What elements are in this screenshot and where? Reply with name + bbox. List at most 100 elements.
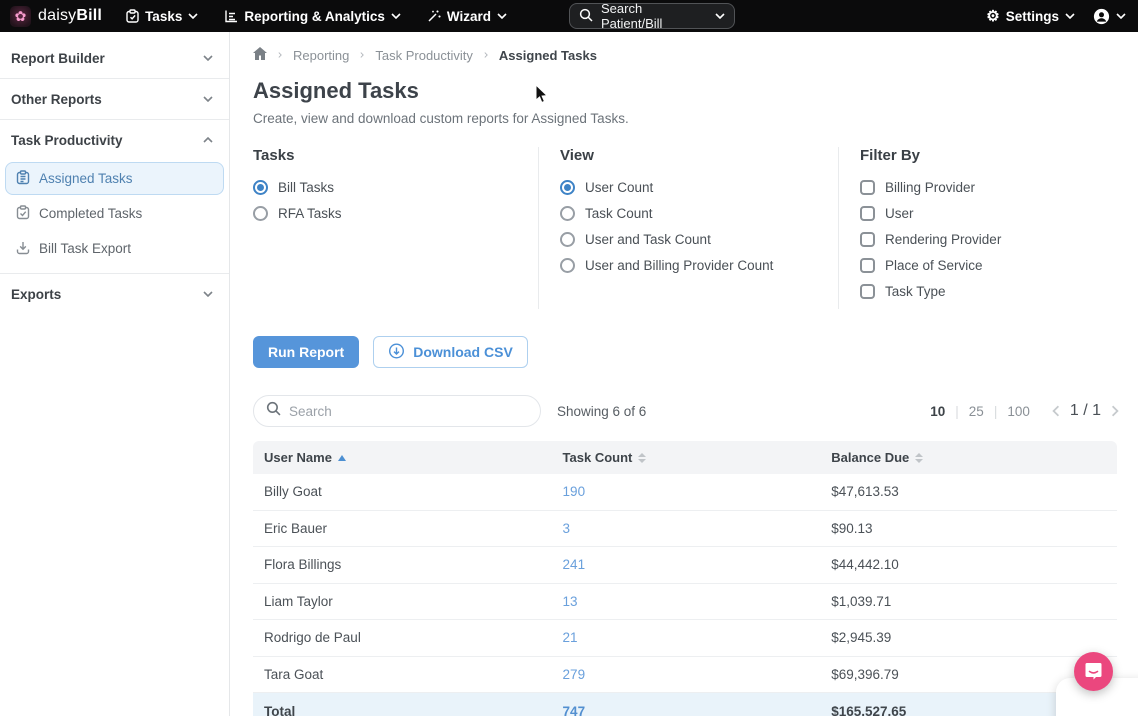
column-header-task-count[interactable]: Task Count [563,450,832,465]
previous-page-button[interactable] [1052,405,1060,417]
radio-task-count[interactable]: Task Count [560,205,818,221]
radio-label: RFA Tasks [278,206,342,221]
separator: | [994,404,998,419]
table-row: Tara Goat 279 $69,396.79 [253,657,1117,694]
chevron-down-icon [715,13,725,19]
patient-bill-search-button[interactable]: Search Patient/Bill [569,3,735,29]
chevron-right-icon [481,52,491,58]
balance-due-cell: $44,442.10 [831,557,1117,572]
checkbox-user[interactable]: User [860,205,1099,221]
run-report-button[interactable]: Run Report [253,336,359,368]
radio-rfa-tasks[interactable]: RFA Tasks [253,205,518,221]
brand-home-link[interactable]: ✿ daisyBill [10,6,102,27]
task-count-link[interactable]: 241 [563,557,832,572]
table-row: Flora Billings 241 $44,442.10 [253,547,1117,584]
radio-user-count[interactable]: User Count [560,179,818,195]
next-page-button[interactable] [1111,405,1119,417]
task-count-link[interactable]: 3 [563,521,832,536]
radio-label: User and Task Count [585,232,711,247]
nav-wizard-label: Wizard [447,9,491,24]
nav-wizard-menu[interactable]: Wizard [427,9,507,24]
nav-reporting-label: Reporting & Analytics [244,9,385,24]
table-search-input[interactable] [289,404,528,419]
clipboard-icon [16,170,30,188]
showing-count: Showing 6 of 6 [557,404,646,419]
search-icon [266,401,281,421]
radio-unselected-icon [560,232,575,247]
brand-name: daisyBill [38,7,102,25]
task-count-link[interactable]: 21 [563,630,832,645]
chat-launcher-button[interactable] [1074,652,1113,691]
sort-icon [915,453,923,463]
chat-bubble-icon [1084,661,1103,683]
settings-menu[interactable]: ⚙ Settings [986,9,1075,24]
download-tray-icon [16,240,30,258]
sidebar-section-other-reports[interactable]: Other Reports [0,79,229,119]
action-buttons: Run Report Download CSV [253,336,1119,368]
breadcrumb-reporting[interactable]: Reporting [293,48,349,63]
checkbox-rendering-provider[interactable]: Rendering Provider [860,231,1099,247]
pager: 1 / 1 [1052,402,1119,420]
checkbox-label: Place of Service [885,258,983,273]
settings-label: Settings [1006,9,1059,24]
report-options-form: Tasks Bill Tasks RFA Tasks View User Cou… [253,147,1119,309]
task-count-link[interactable]: 279 [563,667,832,682]
user-name-cell: Billy Goat [264,484,563,499]
breadcrumb-assigned-tasks: Assigned Tasks [499,48,597,63]
user-name-cell: Rodrigo de Paul [264,630,563,645]
page-size-25[interactable]: 25 [969,404,984,419]
balance-due-cell: $47,613.53 [831,484,1117,499]
clipboard-icon [126,9,139,23]
download-csv-button[interactable]: Download CSV [373,336,528,368]
sidebar: Report Builder Other Reports Task Produc… [0,32,230,716]
checkbox-billing-provider[interactable]: Billing Provider [860,179,1099,195]
column-header-balance-due[interactable]: Balance Due [831,450,1117,465]
sidebar-item-bill-task-export[interactable]: Bill Task Export [5,232,224,265]
total-task-count-link[interactable]: 747 [563,704,832,716]
table-total-row: Total 747 $165,527.65 [253,693,1117,716]
user-name-cell: Flora Billings [264,557,563,572]
sidebar-section-task-productivity[interactable]: Task Productivity [0,120,229,160]
sidebar-item-assigned-tasks[interactable]: Assigned Tasks [5,162,224,195]
column-header-user-name[interactable]: User Name [264,450,563,465]
page-indicator: 1 / 1 [1070,402,1101,420]
chevron-down-icon [203,291,213,297]
account-menu[interactable] [1093,8,1126,25]
chevron-down-icon [391,13,401,19]
home-icon[interactable] [253,47,267,63]
task-count-link[interactable]: 13 [563,594,832,609]
user-name-cell: Eric Bauer [264,521,563,536]
checkbox-task-type[interactable]: Task Type [860,283,1099,299]
page-size-100[interactable]: 100 [1007,404,1030,419]
task-count-link[interactable]: 190 [563,484,832,499]
section-label: Report Builder [11,51,105,66]
sort-icon [638,453,646,463]
checkbox-label: Task Type [885,284,946,299]
chevron-down-icon [203,55,213,61]
table-search[interactable] [253,395,541,427]
checkbox-place-of-service[interactable]: Place of Service [860,257,1099,273]
search-icon [579,8,593,25]
radio-bill-tasks[interactable]: Bill Tasks [253,179,518,195]
sidebar-section-report-builder[interactable]: Report Builder [0,38,229,78]
filter-by-group: Filter By Billing Provider User Renderin… [838,147,1119,309]
breadcrumb: Reporting Task Productivity Assigned Tas… [253,47,1119,63]
sort-ascending-icon [338,455,346,461]
page-title: Assigned Tasks [253,78,1119,104]
checkbox-icon [860,180,875,195]
nav-tasks-menu[interactable]: Tasks [126,9,198,24]
sidebar-item-completed-tasks[interactable]: Completed Tasks [5,197,224,230]
main-content: Reporting Task Productivity Assigned Tas… [230,32,1138,716]
results-table: User Name Task Count Balance Due Billy G… [253,441,1117,716]
chevron-down-icon [1065,13,1075,19]
view-option-group: View User Count Task Count User and Task… [538,147,838,309]
sidebar-section-exports[interactable]: Exports [0,274,229,314]
radio-user-and-task-count[interactable]: User and Task Count [560,231,818,247]
user-avatar-icon [1093,8,1110,25]
breadcrumb-task-productivity[interactable]: Task Productivity [375,48,473,63]
page-size-10[interactable]: 10 [930,404,945,419]
nav-reporting-analytics-menu[interactable]: Reporting & Analytics [224,9,401,24]
checkbox-label: User [885,206,914,221]
sidebar-item-label: Completed Tasks [39,206,142,221]
radio-user-and-billing-provider-count[interactable]: User and Billing Provider Count [560,257,818,273]
